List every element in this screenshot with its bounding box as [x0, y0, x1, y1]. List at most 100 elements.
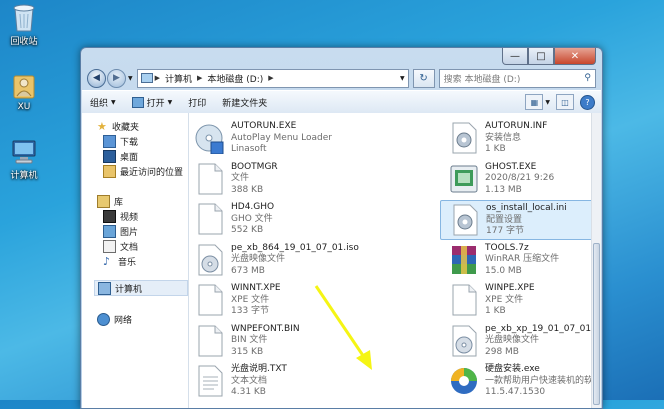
file-item[interactable]: 硬盘安装.exe 一款帮助用户快速装机的软件 11.5.47.1530 [443, 362, 592, 400]
desktop-label-computer: 计算机 [10, 171, 38, 181]
navigation-pane: ★ 收藏夹 下载 桌面 最近访问的位置 库 视频 图片 文档 ♪ 音乐 计算机 网络 [82, 113, 189, 408]
video-icon [103, 210, 116, 223]
nav-videos-label: 视频 [120, 213, 139, 223]
organize-label: 组织 [90, 98, 109, 109]
print-label: 打印 [188, 98, 207, 109]
search-input[interactable]: 搜索 本地磁盘 (D:) ⚲ [438, 68, 596, 88]
file-item[interactable]: WINPE.XPE XPE 文件 1 KB [443, 281, 592, 319]
desktop-icon-computer[interactable]: 计算机 [0, 138, 52, 181]
installer-app-icon [451, 368, 477, 394]
file-detail: 177 字节 [486, 226, 525, 236]
address-separator-icon[interactable]: ▶ [266, 74, 275, 82]
nav-videos[interactable]: 视频 [103, 210, 138, 223]
nav-pictures[interactable]: 图片 [103, 225, 138, 238]
help-icon: ? [585, 97, 590, 107]
view-chevron-icon[interactable]: ▼ [545, 99, 550, 106]
scrollbar-thumb[interactable] [593, 243, 600, 405]
computer-icon [12, 140, 36, 164]
file-item[interactable]: AUTORUN.INF 安装信息 1 KB [443, 119, 592, 157]
command-toolbar: 组织 ▼ 打开 ▼ 打印 新建文件夹 ▦ ▼ ◫ ? [82, 90, 601, 114]
file-type: AutoPlay Menu Loader [231, 132, 332, 143]
file-type: 2020/8/21 9:26 [485, 173, 555, 183]
file-item[interactable]: pe_xb_864_19_01_07_01.iso 光盘映像文件 673 MB [189, 241, 359, 279]
blank-file-icon [198, 325, 223, 356]
ghost-app-icon [450, 165, 478, 192]
organize-button[interactable]: 组织 ▼ [82, 92, 124, 112]
change-view-button[interactable]: ▦ [525, 94, 544, 110]
nav-recent-label: 最近访问的位置 [120, 168, 184, 178]
file-detail: 15.0 MB [485, 265, 522, 276]
search-placeholder: 搜索 本地磁盘 (D:) [443, 74, 521, 85]
file-detail: 1 KB [485, 144, 506, 154]
preview-pane-icon: ◫ [561, 97, 569, 107]
minimize-button[interactable]: — [502, 48, 528, 65]
back-arrow-icon: ◀ [93, 73, 100, 83]
file-item[interactable]: pe_xb_xp_19_01_07_01.iso光盘映像文件298 MB [443, 322, 592, 360]
annotation-arrow [314, 285, 372, 370]
file-item[interactable]: BOOTMGR 文件 388 KB [189, 160, 354, 198]
address-dropdown-icon[interactable]: ▼ [400, 75, 405, 82]
file-name: WNPEFONT.BIN [231, 323, 300, 334]
address-bar[interactable]: ▶ 计算机 ▶ 本地磁盘 (D:) ▶ ▼ [136, 68, 409, 88]
nav-computer-label: 计算机 [115, 284, 143, 295]
file-detail: 133 字节 [231, 306, 270, 316]
nav-desktop[interactable]: 桌面 [103, 150, 138, 163]
blank-file-icon [452, 284, 477, 316]
file-type: GHO 文件 [231, 213, 273, 224]
file-type: 文本文档 [231, 375, 268, 386]
refresh-button[interactable]: ↻ [412, 68, 435, 88]
breadcrumb-computer[interactable]: 计算机 [162, 72, 195, 85]
nav-recent-places[interactable]: 最近访问的位置 [103, 165, 183, 178]
file-detail: Linasoft [231, 144, 267, 154]
nav-network[interactable]: 网络 [97, 313, 132, 326]
address-separator-icon[interactable]: ▶ [195, 74, 204, 82]
new-folder-label: 新建文件夹 [222, 98, 268, 109]
close-button[interactable]: ✕ [554, 48, 596, 65]
print-button[interactable]: 打印 [180, 92, 214, 112]
file-item[interactable]: TOOLS.7z WinRAR 压缩文件 15.0 MB [443, 241, 592, 279]
nav-documents-label: 文档 [120, 243, 139, 253]
search-icon: ⚲ [584, 73, 591, 83]
disc-image-icon [198, 244, 223, 275]
file-item[interactable]: AUTORUN.EXE AutoPlay Menu Loader Linasoft [189, 119, 354, 157]
nav-downloads-label: 下载 [120, 138, 139, 148]
nav-favorites[interactable]: ★ 收藏夹 [97, 120, 139, 133]
blank-file-icon [198, 163, 223, 194]
text-file-icon [198, 365, 223, 397]
file-item[interactable]: GHOST.EXE 2020/8/21 9:26 1.13 MB [443, 160, 592, 198]
desktop-label-xu: XU [17, 102, 31, 112]
vertical-scrollbar[interactable] [591, 113, 601, 408]
file-name: pe_xb_xp_19_01_07_01.iso [485, 323, 592, 334]
gear-file-icon [453, 204, 478, 236]
desktop-icon-recycle-bin[interactable]: 回收站 [0, 2, 52, 47]
nav-documents[interactable]: 文档 [103, 240, 138, 253]
file-type: 配置设置 [486, 214, 523, 225]
nav-libraries[interactable]: 库 [97, 195, 123, 208]
maximize-button[interactable]: □ [528, 48, 554, 65]
file-name: WINPE.XPE [485, 283, 535, 293]
back-button[interactable]: ◀ [87, 68, 106, 88]
breadcrumb-local-disk-d[interactable]: 本地磁盘 (D:) [204, 72, 266, 85]
library-icon [97, 195, 110, 208]
nav-downloads[interactable]: 下载 [103, 135, 138, 148]
open-button[interactable]: 打开 ▼ [124, 92, 181, 112]
refresh-icon: ↻ [419, 72, 428, 84]
file-item[interactable]: HD4.GHO GHO 文件 552 KB [189, 200, 354, 238]
desktop-label-recycle-bin: 回收站 [10, 37, 38, 47]
file-detail: 673 MB [231, 265, 265, 276]
recycle-bin-icon [13, 4, 35, 32]
preview-pane-button[interactable]: ◫ [556, 94, 574, 110]
address-separator-icon[interactable]: ▶ [153, 74, 162, 82]
forward-button[interactable]: ▶ [107, 68, 126, 88]
nav-music[interactable]: ♪ 音乐 [103, 255, 136, 268]
nav-desktop-label: 桌面 [120, 153, 139, 163]
recent-pages-chevron-icon[interactable]: ▼ [128, 75, 133, 82]
new-folder-button[interactable]: 新建文件夹 [214, 92, 275, 112]
nav-computer[interactable]: 计算机 [94, 280, 188, 296]
star-icon: ★ [97, 120, 107, 133]
file-item[interactable]: os_install_local.ini 配置设置 177 字节 [440, 200, 592, 240]
file-name: HD4.GHO [231, 202, 275, 212]
help-button[interactable]: ? [580, 94, 595, 110]
window-controls: — □ ✕ [502, 48, 596, 65]
desktop-icon-xu-folder[interactable]: XU [0, 70, 52, 112]
